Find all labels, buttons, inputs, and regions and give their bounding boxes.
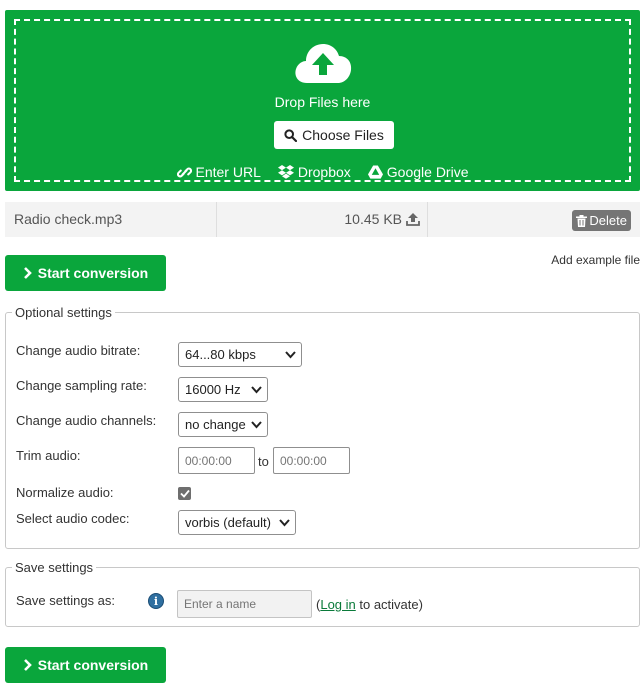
start-conversion-label: Start conversion [37, 265, 149, 281]
save-settings-label: Save settings as: [16, 593, 115, 608]
file-name: Radio check.mp3 [14, 211, 123, 227]
upload-icon [406, 213, 420, 226]
optional-settings-panel: Optional settings Change audio bitrate: … [5, 305, 640, 549]
sampling-rate-select[interactable]: 16000 Hz [178, 377, 268, 402]
normalize-audio-checkbox[interactable] [178, 487, 191, 500]
upload-sources: Enter URL Dropbox Google Drive [16, 164, 629, 180]
chevron-down-icon [251, 386, 262, 394]
google-drive-icon [367, 165, 383, 179]
audio-codec-select[interactable]: vorbis (default) [178, 510, 296, 535]
dropbox-icon [277, 164, 294, 179]
audio-channels-label: Change audio channels: [16, 413, 157, 428]
chevron-down-icon [251, 421, 262, 429]
normalize-audio-label: Normalize audio: [16, 485, 114, 500]
upload-dropzone[interactable]: Drop Files here Choose Files Enter URL D… [5, 10, 640, 191]
trim-end-input[interactable] [273, 447, 350, 474]
enter-url-link[interactable]: Enter URL [176, 164, 261, 180]
dropbox-label: Dropbox [297, 164, 351, 180]
bitrate-value: 64...80 kbps [185, 347, 256, 362]
audio-codec-label: Select audio codec: [16, 511, 130, 526]
login-note: (Log in to activate) [316, 597, 423, 612]
sampling-rate-value: 16000 Hz [185, 382, 241, 397]
file-cell-divider [216, 202, 217, 237]
bitrate-select[interactable]: 64...80 kbps [178, 342, 302, 367]
chevron-down-icon [285, 351, 296, 359]
trim-to-label: to [258, 454, 269, 469]
start-conversion-button-bottom[interactable]: Start conversion [5, 647, 166, 683]
audio-codec-value: vorbis (default) [185, 515, 271, 530]
start-conversion-label: Start conversion [37, 657, 149, 673]
google-drive-link[interactable]: Google Drive [367, 164, 469, 180]
file-row: Radio check.mp3 10.45 KB Delete [5, 202, 640, 237]
file-cell-divider [427, 202, 428, 237]
add-example-file-link[interactable]: Add example file [551, 253, 640, 267]
trash-icon [576, 214, 588, 227]
login-link[interactable]: Log in [320, 597, 355, 612]
checkmark-icon [179, 489, 190, 498]
info-icon[interactable]: i [148, 593, 164, 609]
file-size-text: 10.45 KB [344, 211, 402, 227]
chevron-right-icon [23, 267, 32, 279]
dropzone-dashed-border: Drop Files here Choose Files Enter URL D… [14, 19, 631, 182]
save-settings-panel: Save settings Save settings as: i (Log i… [5, 560, 640, 627]
bitrate-label: Change audio bitrate: [16, 343, 141, 358]
chevron-down-icon [279, 519, 290, 527]
dropbox-link[interactable]: Dropbox [277, 164, 351, 180]
link-icon [176, 167, 192, 177]
google-drive-label: Google Drive [386, 164, 469, 180]
search-icon [284, 128, 298, 142]
chevron-right-icon [23, 659, 32, 671]
enter-url-label: Enter URL [195, 164, 261, 180]
optional-settings-legend: Optional settings [12, 305, 115, 320]
trim-start-input[interactable] [178, 447, 255, 474]
file-size: 10.45 KB [344, 211, 420, 227]
trim-audio-label: Trim audio: [16, 448, 81, 463]
login-suffix: to activate) [355, 597, 423, 612]
choose-files-button[interactable]: Choose Files [274, 121, 394, 149]
delete-label: Delete [589, 213, 627, 228]
audio-channels-select[interactable]: no change [178, 412, 268, 437]
sampling-rate-label: Change sampling rate: [16, 378, 147, 393]
start-conversion-button-top[interactable]: Start conversion [5, 255, 166, 291]
drop-files-text: Drop Files here [274, 94, 371, 110]
delete-file-button[interactable]: Delete [572, 210, 631, 231]
audio-channels-value: no change [185, 417, 246, 432]
settings-name-input[interactable] [177, 590, 312, 618]
choose-files-label: Choose Files [302, 127, 384, 143]
cloud-upload-icon [293, 41, 353, 85]
save-settings-legend: Save settings [12, 560, 97, 575]
